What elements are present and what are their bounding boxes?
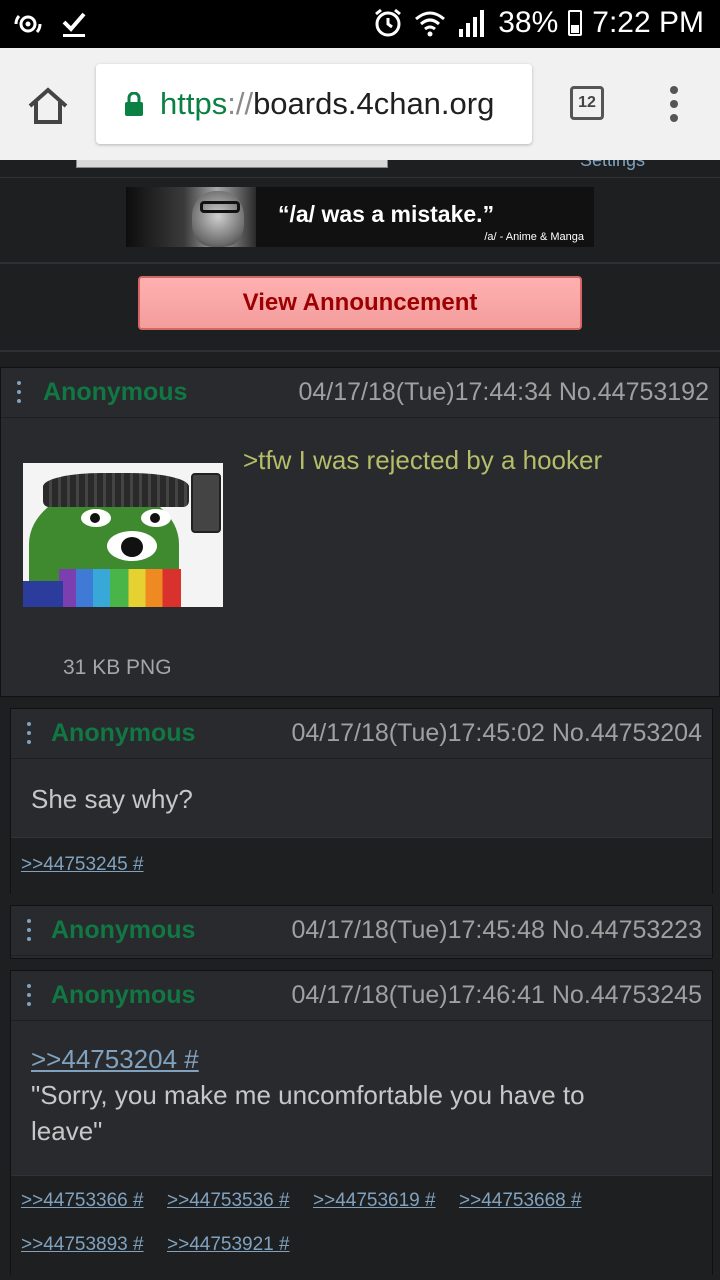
reply-link[interactable]: >>44753668 # [459, 1190, 582, 1212]
post-header: Anonymous 04/17/18(Tue)17:46:41 No.44753… [11, 971, 712, 1021]
top-strip: Settings [0, 160, 720, 178]
camera-shape [191, 473, 221, 533]
poster-name: Anonymous [51, 916, 196, 944]
frog-eye [81, 509, 111, 527]
page-content: Settings “/a/ was a mistake.” /a/ - Anim… [0, 160, 720, 1280]
signal-icon [459, 10, 485, 37]
post-thumbnail[interactable] [23, 463, 223, 607]
reply-post: Anonymous 04/17/18(Tue)17:45:02 No.44753… [10, 708, 713, 894]
poster-name: Anonymous [51, 719, 196, 747]
post-meta[interactable]: 04/17/18(Tue)17:45:02 No.44753204 [291, 719, 702, 748]
banner-quote: “/a/ was a mistake.” [278, 201, 495, 227]
beanie-shape [43, 473, 189, 507]
reply-link[interactable]: >>44753619 # [313, 1190, 436, 1212]
poster-name: Anonymous [51, 981, 196, 1009]
post-text: She say why? [31, 784, 193, 814]
quote-link[interactable]: >>44753204 # [31, 1041, 199, 1077]
reply-post: Anonymous 04/17/18(Tue)17:46:41 No.44753… [10, 970, 713, 1275]
post-header: Anonymous 04/17/18(Tue)17:45:48 No.44753… [11, 906, 712, 956]
reply-link[interactable]: >>44753536 # [167, 1190, 290, 1212]
post-menu-icon[interactable] [25, 984, 33, 1010]
banner-face [192, 191, 244, 247]
reply-link[interactable]: >>44753245 # [21, 854, 144, 876]
alarm-icon [375, 8, 402, 37]
post-body: >>44753204 # "Sorry, you make me uncomfo… [11, 1021, 712, 1175]
battery-icon [568, 10, 583, 36]
divider [0, 262, 720, 264]
lock-icon [125, 92, 143, 116]
address-bar[interactable]: https://boards.4chan.org [96, 64, 532, 144]
post-text-line: "Sorry, you make me uncomfortable you ha… [31, 1080, 585, 1110]
home-icon[interactable] [26, 86, 70, 126]
post-body: She say why? [11, 759, 712, 837]
post-replies: >>44753366 # >>44753536 # >>44753619 # >… [11, 1175, 712, 1275]
banner-glasses [200, 201, 240, 213]
url-scheme: https [160, 86, 228, 121]
overflow-menu-icon[interactable] [664, 84, 684, 124]
post-menu-icon[interactable] [25, 919, 33, 945]
frog-eye [141, 509, 171, 527]
reply-link[interactable]: >>44753893 # [21, 1234, 144, 1256]
reply-post: Anonymous 04/17/18(Tue)17:45:48 No.44753… [10, 905, 713, 959]
post-meta[interactable]: 04/17/18(Tue)17:46:41 No.44753245 [291, 981, 702, 1010]
reply-link[interactable]: >>44753366 # [21, 1190, 144, 1212]
wifi-icon [415, 11, 446, 37]
post-header: Anonymous 04/17/18(Tue)17:44:34 No.44753… [1, 368, 719, 418]
shirt-shape [23, 581, 63, 607]
battery-percent: 38% [498, 6, 559, 39]
file-info[interactable]: 31 KB PNG [63, 656, 172, 680]
url-separator: :// [227, 86, 254, 121]
url-host: boards.4chan.org [253, 86, 495, 121]
board-select-box[interactable] [76, 160, 388, 168]
op-post: Anonymous 04/17/18(Tue)17:44:34 No.44753… [0, 367, 720, 697]
sync-icon [14, 15, 42, 33]
poster-name: Anonymous [43, 378, 188, 406]
post-text: >tfw I was rejected by a hooker [243, 445, 603, 475]
post-menu-icon[interactable] [15, 381, 23, 407]
clock: 7:22 PM [592, 6, 704, 39]
reply-link[interactable]: >>44753921 # [167, 1234, 290, 1256]
check-icon [62, 12, 86, 37]
post-text-line: leave" [31, 1116, 103, 1146]
post-menu-icon[interactable] [25, 722, 33, 748]
rainbow-stripes [59, 569, 181, 607]
post-meta[interactable]: 04/17/18(Tue)17:45:48 No.44753223 [291, 916, 702, 945]
board-banner[interactable]: “/a/ was a mistake.” /a/ - Anime & Manga [126, 187, 594, 247]
view-announcement-button[interactable]: View Announcement [138, 276, 582, 330]
status-bar: 38% 7:22 PM [0, 0, 720, 48]
post-replies: >>44753245 # [11, 837, 712, 894]
post-header: Anonymous 04/17/18(Tue)17:45:02 No.44753… [11, 709, 712, 759]
banner-subtitle: /a/ - Anime & Manga [484, 231, 584, 243]
post-meta[interactable]: 04/17/18(Tue)17:44:34 No.44753192 [298, 378, 709, 407]
tab-switcher-button[interactable]: 12 [570, 86, 604, 120]
frog-nose [107, 531, 157, 561]
divider [0, 350, 720, 352]
url-text: https://boards.4chan.org [160, 86, 494, 122]
browser-toolbar: https://boards.4chan.org 12 [0, 48, 720, 160]
settings-link[interactable]: Settings [580, 160, 645, 171]
